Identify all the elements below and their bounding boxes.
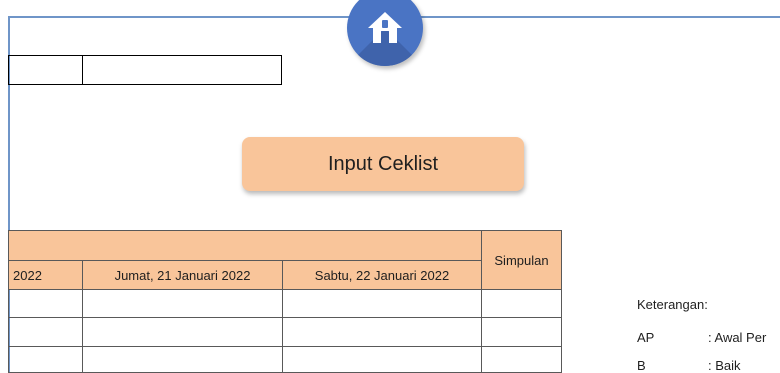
table-row [8, 289, 562, 318]
checklist-table: Simpulan ari 2022 Jumat, 21 Januari 2022… [8, 230, 562, 373]
table-cell[interactable] [82, 289, 283, 318]
date-header-col-2: Jumat, 21 Januari 2022 [82, 260, 283, 290]
date-header-col-1: ari 2022 [8, 260, 83, 290]
merged-header-cell [8, 230, 482, 261]
table-cell[interactable] [282, 289, 482, 318]
table-cell[interactable] [481, 346, 562, 373]
date-header-col-3: Sabtu, 22 Januari 2022 [282, 260, 482, 290]
simpulan-header: Simpulan [481, 230, 562, 290]
input-ceklist-button[interactable]: Input Ceklist [242, 137, 524, 191]
table-row [8, 346, 562, 373]
legend-title: Keterangan: [637, 297, 708, 312]
table-row [8, 317, 562, 347]
table-cell[interactable] [282, 346, 482, 373]
legend-desc-b: : Baik [708, 358, 741, 373]
legend-code-b: B [637, 358, 646, 373]
table-cell[interactable] [82, 317, 283, 347]
table-cell[interactable] [282, 317, 482, 347]
table-cell[interactable] [481, 317, 562, 347]
table-cell[interactable] [8, 346, 83, 373]
table-cell[interactable] [481, 289, 562, 318]
home-button[interactable] [347, 0, 423, 66]
table-cell[interactable] [8, 317, 83, 347]
legend-code-ap: AP [637, 330, 655, 345]
home-icon [368, 12, 402, 43]
top-field-box [8, 55, 282, 85]
table-cell[interactable] [8, 289, 83, 318]
legend-desc-ap: : Awal Per [708, 330, 767, 345]
table-cell[interactable] [82, 346, 283, 373]
